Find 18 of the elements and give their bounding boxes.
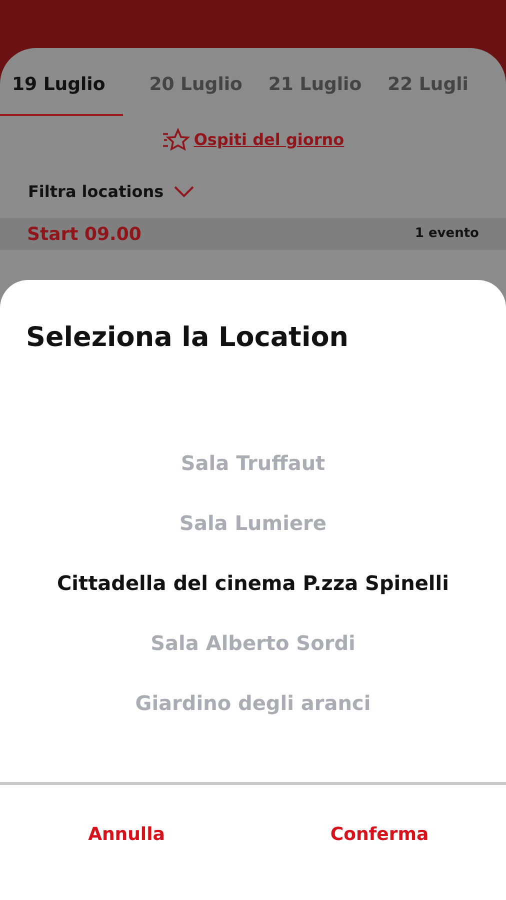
- location-option[interactable]: Cittadella del cinema P.zza Spinelli: [57, 566, 449, 600]
- date-tab[interactable]: 22 Lugli: [388, 69, 468, 116]
- guests-link[interactable]: Ospiti del giorno: [162, 128, 344, 152]
- location-option[interactable]: Giardino degli aranci: [135, 686, 371, 720]
- action-button[interactable]: Annulla: [88, 821, 165, 848]
- date-tab[interactable]: 20 Luglio: [149, 69, 242, 116]
- section-title: Start 09.00: [27, 222, 142, 246]
- date-tab[interactable]: 21 Luglio: [268, 69, 362, 116]
- date-tab[interactable]: 19 Luglio: [0, 69, 124, 116]
- event-count: 1 evento: [414, 225, 479, 244]
- location-option[interactable]: Sala Alberto Sordi: [150, 626, 356, 660]
- filter-dropdown[interactable]: Filtra locations: [28, 180, 194, 204]
- location-option[interactable]: Sala Truffaut: [180, 446, 326, 480]
- location-option[interactable]: Sala Lumiere: [180, 506, 326, 540]
- action-button[interactable]: Conferma: [330, 821, 429, 848]
- sheet-title: Seleziona la Location: [26, 321, 350, 355]
- chevron-down-icon: [174, 186, 194, 198]
- star-icon: [162, 128, 190, 152]
